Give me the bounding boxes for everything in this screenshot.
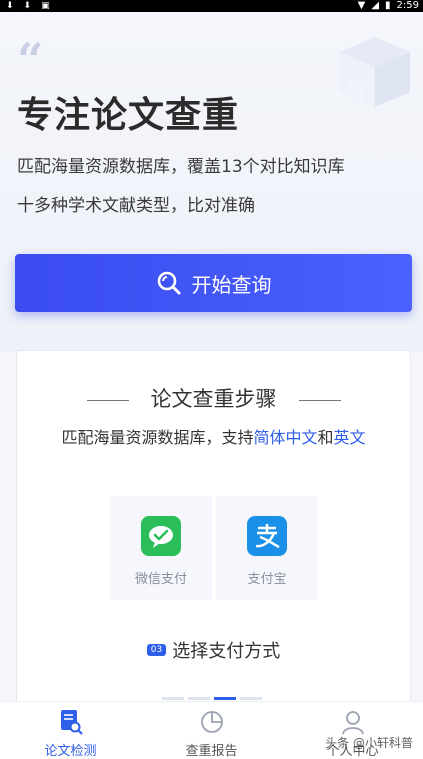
document-search-icon bbox=[57, 708, 85, 736]
carousel-dot[interactable] bbox=[162, 697, 184, 700]
user-icon bbox=[339, 708, 367, 736]
steps-title: 论文查重步骤 bbox=[150, 387, 277, 411]
hero-subtitle-1: 匹配海量资源数据库，覆盖13个对比知识库 bbox=[17, 157, 345, 177]
pie-chart-icon bbox=[198, 708, 226, 736]
step-number-badge: 03 bbox=[146, 644, 167, 656]
steps-description: 匹配海量资源数据库，支持简体中文和英文 bbox=[17, 424, 410, 448]
download-icon: ⬇ bbox=[6, 1, 14, 11]
status-time: 2:59 bbox=[396, 0, 419, 11]
tab-label: 查重报告 bbox=[185, 744, 238, 759]
steps-card: 论文查重步骤 匹配海量资源数据库，支持简体中文和英文 微信支付 支付宝 03 选… bbox=[16, 350, 411, 712]
wechat-pay-option[interactable]: 微信支付 bbox=[110, 496, 212, 600]
start-query-button[interactable]: 开始查询 bbox=[15, 254, 412, 312]
desc-highlight-chinese: 简体中文 bbox=[253, 428, 318, 447]
hero-subtitle-2: 十多种学术文献类型，比对准确 bbox=[17, 196, 255, 216]
steps-title-row: 论文查重步骤 bbox=[17, 383, 410, 413]
search-icon bbox=[156, 270, 182, 296]
step-label: 03 选择支付方式 bbox=[17, 637, 410, 663]
wechat-pay-icon bbox=[141, 516, 181, 556]
desc-text: 匹配海量资源数据库，支持 bbox=[61, 428, 254, 447]
carousel-dot[interactable] bbox=[240, 697, 262, 700]
step-text: 选择支付方式 bbox=[172, 641, 281, 662]
download-icon-2: ⬇ bbox=[23, 1, 32, 11]
carousel-indicator bbox=[162, 697, 262, 700]
wifi-icon: ▼ bbox=[357, 0, 366, 11]
tab-report[interactable]: 查重报告 bbox=[141, 702, 282, 759]
alipay-option[interactable]: 支付宝 bbox=[216, 496, 318, 600]
battery-icon: ▮ bbox=[385, 0, 391, 11]
desc-highlight-english: 英文 bbox=[333, 428, 366, 447]
divider-right bbox=[298, 399, 341, 401]
divider-left bbox=[86, 399, 129, 401]
quote-icon: “ bbox=[17, 33, 44, 87]
tab-label: 论文检测 bbox=[44, 744, 97, 759]
payment-options: 微信支付 支付宝 bbox=[110, 496, 318, 600]
alipay-icon bbox=[247, 516, 287, 556]
start-query-label: 开始查询 bbox=[191, 272, 272, 297]
watermark: 头条 @小轩科普 bbox=[325, 736, 413, 750]
page-title: 专注论文查重 bbox=[17, 95, 240, 136]
carousel-dot-active[interactable] bbox=[214, 697, 236, 700]
alipay-label: 支付宝 bbox=[247, 572, 287, 587]
status-bar: ⬇ ⬇ ▣ ▼ ◢ ▮ 2:59 bbox=[0, 0, 423, 12]
wechat-pay-label: 微信支付 bbox=[134, 572, 187, 587]
decorative-cube-icon bbox=[340, 37, 410, 107]
desc-connector: 和 bbox=[317, 428, 334, 447]
signal-icon: ◢ bbox=[371, 0, 380, 11]
carousel-dot[interactable] bbox=[188, 697, 210, 700]
app-notification-icon: ▣ bbox=[41, 1, 50, 11]
tab-paper-check[interactable]: 论文检测 bbox=[0, 702, 141, 759]
